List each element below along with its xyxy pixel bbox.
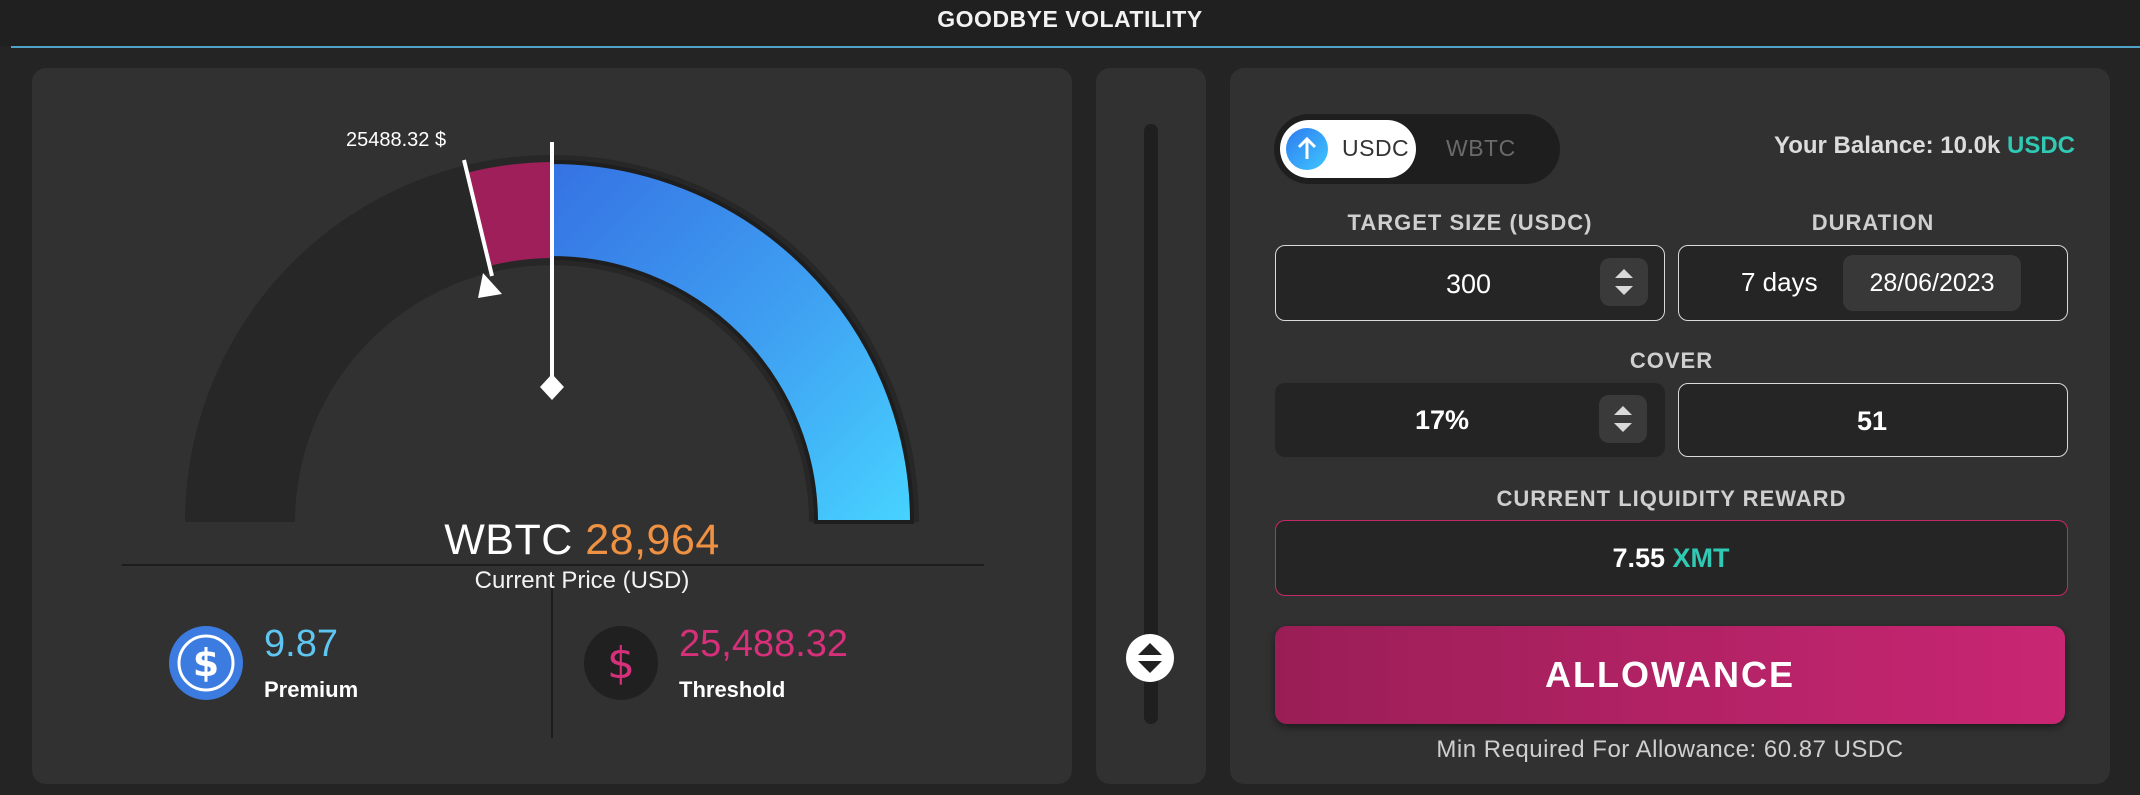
allowance-button[interactable]: ALLOWANCE (1275, 626, 2065, 724)
cover-percent-input[interactable]: 17% (1275, 383, 1665, 457)
reward-value: 7.55 (1612, 543, 1666, 573)
reward-amount: 7.55 XMT (1276, 543, 2066, 574)
toggle-option-wbtc[interactable]: WBTC (1446, 135, 1516, 162)
balance-label: Your Balance: 10.0k (1773, 132, 2001, 159)
threshold-needle-tip (478, 273, 502, 298)
usdc-coin-icon: $ (169, 626, 243, 700)
arrow-up-icon (1286, 128, 1328, 170)
threshold-value: 25,488.32 (679, 623, 849, 665)
header-divider (11, 46, 2140, 48)
cover-percent-value: 17% (1415, 405, 1470, 435)
toggle-selected-label: USDC (1342, 135, 1410, 161)
dollar-icon: $ (584, 626, 658, 700)
target-size-stepper[interactable] (1600, 258, 1648, 306)
currency-toggle[interactable]: USDC WBTC (1274, 114, 1560, 184)
duration-date[interactable]: 28/06/2023 (1843, 255, 2021, 311)
cover-amount-value: 51 (1857, 406, 1888, 436)
up-down-arrows-icon (1138, 643, 1162, 673)
price-value: 28,964 (585, 516, 720, 564)
balance-currency: USDC (2006, 132, 2075, 159)
cover-amount-input[interactable]: 51 (1678, 383, 2068, 457)
top-bar: GOODBYE VOLATILITY (0, 0, 2140, 46)
stats-separator (551, 588, 553, 738)
balance: Your Balance: 10.0k USDC (1774, 132, 2075, 160)
target-size-value: 300 (1446, 269, 1492, 299)
duration-days: 7 days (1741, 267, 1818, 297)
up-down-arrows-icon (1614, 406, 1632, 432)
gauge-range-arc (550, 159, 915, 524)
duration-input[interactable]: 7 days 28/06/2023 (1678, 245, 2068, 321)
price-caption: Current Price (USD) (474, 567, 690, 594)
threshold-tag: 25488.32 $ (346, 129, 446, 151)
reward-display: 7.55 XMT (1275, 520, 2068, 596)
price-line: WBTC 28,964 (352, 516, 812, 565)
svg-text:$: $ (607, 638, 635, 689)
target-size-input[interactable]: 300 (1275, 245, 1665, 321)
duration-label: DURATION (1811, 210, 1935, 235)
toggle-option-usdc[interactable]: USDC (1280, 120, 1416, 178)
reward-label: CURRENT LIQUIDITY REWARD (1496, 486, 1847, 511)
up-down-arrows-icon (1615, 269, 1633, 295)
stats-divider (122, 564, 984, 566)
target-size-label: TARGET SIZE (USDC) (1347, 210, 1593, 235)
cover-stepper[interactable] (1599, 395, 1647, 443)
price-needle-tip (540, 374, 564, 400)
svg-text:$: $ (193, 641, 219, 685)
threshold-label: Threshold (679, 677, 786, 702)
app-title: GOODBYE VOLATILITY (937, 6, 1203, 32)
gauge-panel: 25488.32 $ WBTC 28,964 Current Price (US… (32, 68, 1072, 784)
cover-label: COVER (1629, 348, 1714, 373)
reward-token: XMT (1672, 543, 1730, 573)
current-price: WBTC 28,964 Current Price (USD) (352, 516, 812, 595)
form-panel: USDC WBTC Your Balance: 10.0k USDC TARGE… (1230, 68, 2110, 784)
slider-panel (1096, 68, 1206, 784)
premium-value: 9.87 (264, 623, 338, 665)
premium-label: Premium (264, 677, 359, 702)
min-required-text: Min Required For Allowance: 60.87 USDC (1436, 736, 1904, 763)
slider-handle[interactable] (1126, 634, 1174, 682)
asset-symbol: WBTC (444, 516, 573, 564)
